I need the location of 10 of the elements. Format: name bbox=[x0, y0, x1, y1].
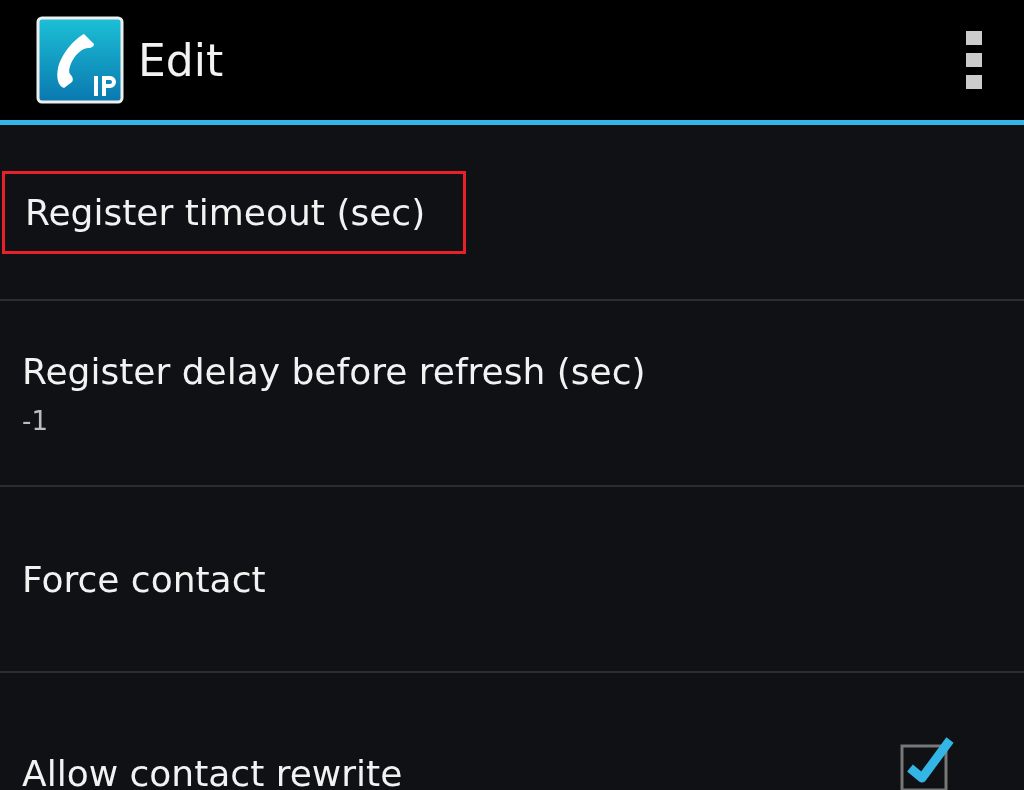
preference-row[interactable]: Allow contact rewrite bbox=[0, 673, 1024, 790]
preference-title: Allow contact rewrite bbox=[22, 752, 404, 790]
preference-summary: -1 bbox=[22, 405, 49, 436]
preference-row[interactable]: Register timeout (sec) bbox=[0, 125, 1024, 301]
preference-title: Register timeout (sec) bbox=[25, 191, 426, 233]
screen-title: Edit bbox=[138, 34, 225, 86]
preference-row[interactable]: Force contact bbox=[0, 487, 1024, 673]
preference-title: Register delay before refresh (sec) bbox=[22, 350, 647, 392]
preference-title: Force contact bbox=[22, 558, 267, 600]
preference-row[interactable]: Register delay before refresh (sec) -1 bbox=[0, 301, 1024, 487]
